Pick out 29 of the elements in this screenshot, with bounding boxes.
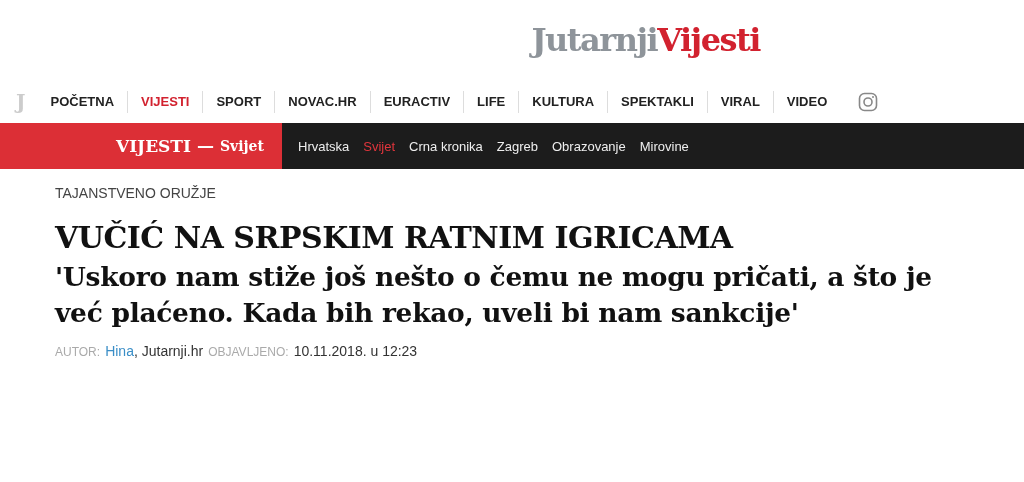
nav-link[interactable]: VIDEO	[773, 90, 841, 113]
author-link[interactable]: Hina	[105, 343, 134, 359]
subsection-link[interactable]: Mirovine	[639, 138, 689, 154]
site-logo[interactable]: JutarnjiVijesti	[531, 21, 760, 59]
subsection-link[interactable]: Zagreb	[496, 138, 538, 154]
section-subtitle: Svijet	[220, 138, 264, 154]
subsection-link[interactable]: Crna kronika	[409, 138, 483, 154]
published-label: OBJAVLJENO:	[208, 345, 289, 359]
section-separator: —	[197, 136, 214, 156]
nav-link[interactable]: SPORT	[203, 90, 276, 113]
nav-link[interactable]: KULTURA	[519, 90, 609, 113]
nav-link[interactable]: SPEKTAKLI	[608, 90, 708, 113]
nav-link[interactable]: VIRAL	[707, 90, 774, 113]
subsection-link[interactable]: Obrazovanje	[552, 138, 626, 154]
camera-icon[interactable]	[858, 91, 879, 112]
article-subheadline: 'Uskoro nam stiže još nešto o čemu ne mogu pričati, a što je već plaćeno. Kada bih rekao, uveli bi nam sankcije'	[55, 260, 933, 330]
nav-link[interactable]: EURACTIV	[370, 90, 465, 113]
nav-link[interactable]: NOVAC.HR	[275, 90, 371, 113]
nav-link[interactable]: LIFE	[464, 90, 520, 113]
article-headline: VUČIĆ NA SRPSKIM RATNIM IGRICAMA	[55, 219, 735, 257]
published-date: 10.11.2018. u 12:23	[293, 343, 418, 359]
article-kicker: TAJANSTVENO ORUŽJE	[55, 185, 217, 201]
subsection-link[interactable]: Svijet	[363, 138, 396, 154]
subsection-link[interactable]: Hrvatska	[298, 138, 350, 154]
nav-link[interactable]: POČETNA	[37, 90, 129, 113]
author-label: AUTOR:	[55, 345, 101, 359]
section-title: VIJESTI	[115, 136, 191, 156]
source-name: , Jutarnji.hr	[133, 343, 204, 359]
nav-link[interactable]: VIJESTI	[128, 90, 204, 113]
